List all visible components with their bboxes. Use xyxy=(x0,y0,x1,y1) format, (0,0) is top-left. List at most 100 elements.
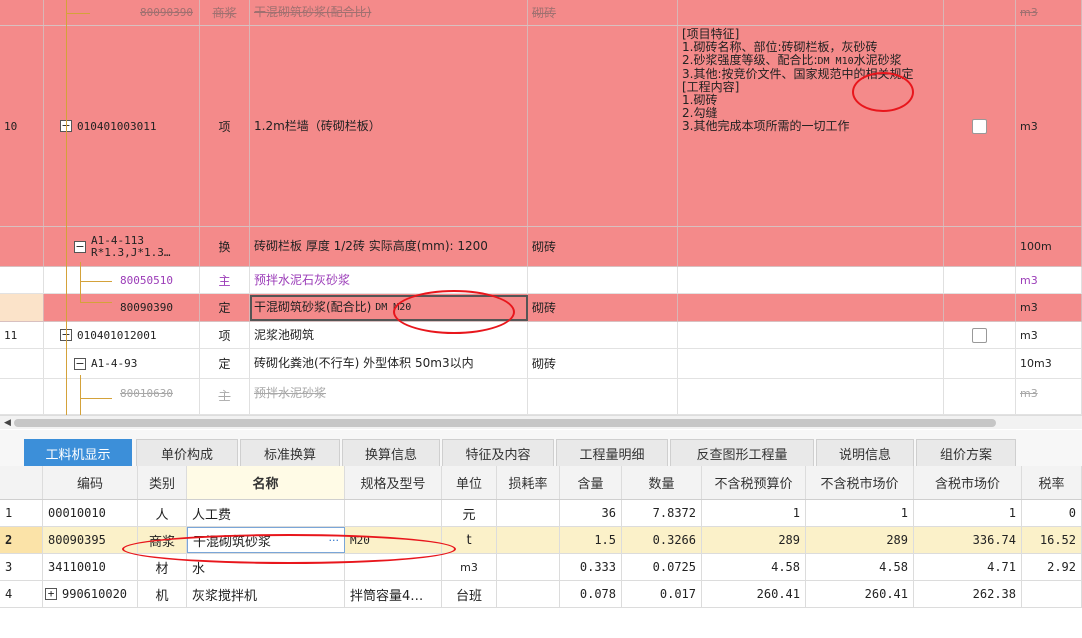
tab-reverse-graphic-quantity[interactable]: 反查图形工程量 xyxy=(670,439,814,466)
category-cell[interactable]: 机 xyxy=(138,581,187,607)
market-price-cell[interactable]: 289 xyxy=(806,527,914,553)
table-row[interactable]: 80090390 商浆 干混砌筑砂浆(配合比) 砌砖 m3 xyxy=(0,0,1082,26)
tax-rate-cell[interactable]: 2.92 xyxy=(1022,554,1082,580)
content-cell[interactable]: 1.5 xyxy=(560,527,622,553)
table-row-sub[interactable]: 80050510 主 预拌水泥石灰砂浆 m3 xyxy=(0,267,1082,294)
unit-cell[interactable]: t xyxy=(442,527,497,553)
code-cell[interactable]: 00010010 xyxy=(43,500,138,526)
budget-price-cell[interactable]: 1 xyxy=(702,500,806,526)
market-price-cell[interactable]: 1 xyxy=(806,500,914,526)
more-options-icon[interactable]: ··· xyxy=(329,534,340,547)
table-row-sub-selected[interactable]: 80090390 定 干混砌筑砂浆(配合比) DM M20 砌砖 m3 xyxy=(0,294,1082,322)
quantity-cell[interactable]: 0.3266 xyxy=(622,527,702,553)
tab-pricing-plan[interactable]: 组价方案 xyxy=(916,439,1016,466)
tree-connector xyxy=(66,13,90,14)
header-name[interactable]: 名称 xyxy=(187,466,345,499)
spec-cell[interactable] xyxy=(345,500,442,526)
budget-price-cell[interactable]: 4.58 xyxy=(702,554,806,580)
table-row-sub[interactable]: − A1-4-93 定 砖砌化粪池(不行车) 外型体积 50m3以内 砌砖 10… xyxy=(0,349,1082,379)
tax-market-price-cell[interactable]: 4.71 xyxy=(914,554,1022,580)
checkbox[interactable] xyxy=(972,118,987,134)
tax-market-price-cell[interactable]: 336.74 xyxy=(914,527,1022,553)
table-row-sub[interactable]: − A1-4-113 R*1.3,J*1.3… 换 砖砌栏板 厚度 1/2砖 实际… xyxy=(0,227,1082,267)
collapse-icon[interactable]: − xyxy=(74,357,86,370)
row-check xyxy=(944,26,1016,226)
spec-cell[interactable] xyxy=(345,554,442,580)
tab-conversion-info[interactable]: 换算信息 xyxy=(342,439,440,466)
header-unit[interactable]: 单位 xyxy=(442,466,497,499)
budget-price-cell[interactable]: 289 xyxy=(702,527,806,553)
tab-description-info[interactable]: 说明信息 xyxy=(816,439,914,466)
content-cell[interactable]: 0.078 xyxy=(560,581,622,607)
grid-row[interactable]: 1 00010010 人 人工费 元 36 7.8372 1 1 1 0 xyxy=(0,500,1082,527)
name-cell[interactable]: 水 xyxy=(187,554,345,580)
code-cell[interactable]: 80090395 xyxy=(43,527,138,553)
scrollbar-thumb[interactable] xyxy=(14,419,996,427)
tax-market-price-cell[interactable]: 1 xyxy=(914,500,1022,526)
unit-cell[interactable]: 元 xyxy=(442,500,497,526)
row-spec xyxy=(528,379,678,414)
code-cell[interactable]: + 990610020 xyxy=(43,581,138,607)
tab-labor-material-machine[interactable]: 工料机显示 xyxy=(24,439,132,466)
scroll-left-icon[interactable]: ◀ xyxy=(4,418,11,428)
grid-row-selected[interactable]: 2 80090395 商浆 干混砌筑砂浆 ··· M20 t 1.5 0.326… xyxy=(0,527,1082,554)
horizontal-scrollbar[interactable]: ◀ xyxy=(0,415,1082,429)
name-cell[interactable]: 人工费 xyxy=(187,500,345,526)
header-tax-rate[interactable]: 税率 xyxy=(1022,466,1082,499)
name-cell[interactable]: 灰浆搅拌机 xyxy=(187,581,345,607)
tax-market-price-cell[interactable]: 262.38 xyxy=(914,581,1022,607)
spec-cell[interactable]: 拌筒容量4… xyxy=(345,581,442,607)
quantity-cell[interactable]: 7.8372 xyxy=(622,500,702,526)
collapse-icon[interactable]: − xyxy=(74,240,86,253)
market-price-cell[interactable]: 4.58 xyxy=(806,554,914,580)
name-text: 干混砌筑砂浆(配合比) xyxy=(254,5,372,19)
checkbox[interactable] xyxy=(972,327,987,343)
feature-mix-ratio: DM M10 xyxy=(817,56,854,67)
tab-quantity-details[interactable]: 工程量明细 xyxy=(556,439,668,466)
tab-unit-price-composition[interactable]: 单价构成 xyxy=(136,439,238,466)
loss-cell[interactable] xyxy=(497,581,560,607)
row-spec xyxy=(528,322,678,348)
loss-cell[interactable] xyxy=(497,554,560,580)
content-cell[interactable]: 36 xyxy=(560,500,622,526)
table-row-sub[interactable]: 80010630 主 预拌水泥砂浆 m3 xyxy=(0,379,1082,415)
name-cell[interactable]: 干混砌筑砂浆 ··· xyxy=(187,527,345,553)
header-loss-rate[interactable]: 损耗率 xyxy=(497,466,560,499)
tax-rate-cell[interactable]: 16.52 xyxy=(1022,527,1082,553)
row-code: − A1-4-93 xyxy=(44,349,200,378)
content-cell[interactable]: 0.333 xyxy=(560,554,622,580)
unit-cell[interactable]: 台班 xyxy=(442,581,497,607)
header-market-price[interactable]: 不含税市场价 xyxy=(806,466,914,499)
table-row-item-10[interactable]: 10 − 010401003011 项 1.2m栏墙（砖砌栏板） [项目特征] … xyxy=(0,26,1082,227)
category-cell[interactable]: 人 xyxy=(138,500,187,526)
tax-rate-cell[interactable] xyxy=(1022,581,1082,607)
category-cell[interactable]: 材 xyxy=(138,554,187,580)
expand-icon[interactable]: + xyxy=(45,588,57,600)
loss-cell[interactable] xyxy=(497,500,560,526)
unit-text: m3 xyxy=(1020,273,1038,287)
category-cell[interactable]: 商浆 xyxy=(138,527,187,553)
tab-features-content[interactable]: 特征及内容 xyxy=(442,439,554,466)
code-cell[interactable]: 34110010 xyxy=(43,554,138,580)
spec-cell[interactable]: M20 xyxy=(345,527,442,553)
market-price-cell[interactable]: 260.41 xyxy=(806,581,914,607)
loss-cell[interactable] xyxy=(497,527,560,553)
header-budget-price[interactable]: 不含税预算价 xyxy=(702,466,806,499)
tab-standard-conversion[interactable]: 标准换算 xyxy=(240,439,340,466)
header-tax-market-price[interactable]: 含税市场价 xyxy=(914,466,1022,499)
header-category[interactable]: 类别 xyxy=(138,466,187,499)
quantity-cell[interactable]: 0.017 xyxy=(622,581,702,607)
header-content[interactable]: 含量 xyxy=(560,466,622,499)
unit-text: m3 xyxy=(1020,387,1038,400)
budget-price-cell[interactable]: 260.41 xyxy=(702,581,806,607)
table-row-item-11[interactable]: 11 − 010401012001 项 泥浆池砌筑 m3 xyxy=(0,322,1082,349)
header-code[interactable]: 编码 xyxy=(43,466,138,499)
grid-row[interactable]: 3 34110010 材 水 m3 0.333 0.0725 4.58 4.58… xyxy=(0,554,1082,581)
unit-cell[interactable]: m3 xyxy=(442,554,497,580)
grid-row[interactable]: 4 + 990610020 机 灰浆搅拌机 拌筒容量4… 台班 0.078 0.… xyxy=(0,581,1082,608)
quantity-cell[interactable]: 0.0725 xyxy=(622,554,702,580)
header-spec[interactable]: 规格及型号 xyxy=(345,466,442,499)
tax-rate-cell[interactable]: 0 xyxy=(1022,500,1082,526)
row-type: 项 xyxy=(200,322,250,348)
header-quantity[interactable]: 数量 xyxy=(622,466,702,499)
